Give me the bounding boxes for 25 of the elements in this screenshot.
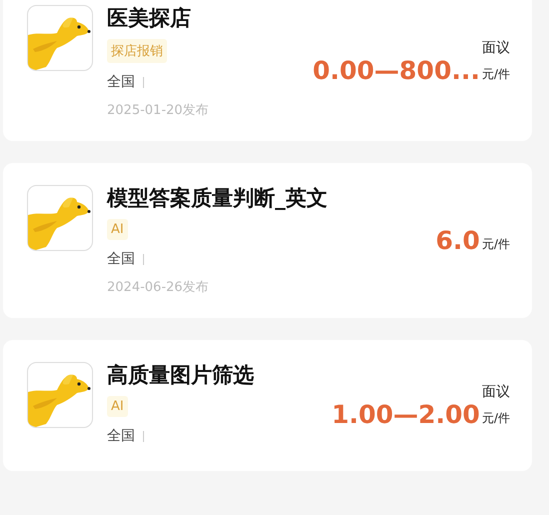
publish-date: 2025-01-20发布 (107, 102, 209, 119)
task-card[interactable]: 医美探店 探店报销 全国 2025-01-20发布 0.00—800... 面议 元/件 (3, 0, 532, 141)
negotiable-label: 面议 (482, 39, 510, 57)
task-title: 高质量图片筛选 (107, 362, 254, 389)
kangaroo-logo (27, 185, 93, 251)
region-label: 全国 (107, 73, 135, 91)
task-tag: 探店报销 (107, 39, 167, 63)
task-card[interactable]: 高质量图片筛选 AI 全国 1.00—2.00 面议 元/件 (3, 340, 532, 471)
task-title: 模型答案质量判断_英文 (107, 185, 328, 212)
region-label: 全国 (107, 427, 135, 445)
task-tag: AI (107, 396, 128, 417)
task-tag: AI (107, 219, 128, 240)
publish-date: 2024-06-26发布 (107, 279, 209, 296)
negotiable-label: 面议 (482, 382, 510, 400)
price-unit: 元/件 (482, 66, 510, 83)
price-unit: 元/件 (482, 236, 510, 252)
task-card[interactable]: 模型答案质量判断_英文 AI 全国 2024-06-26发布 6.0 元/件 (3, 163, 532, 318)
region-label: 全国 (107, 250, 135, 268)
price-unit: 元/件 (482, 410, 510, 426)
price: 1.00—2.00 (332, 400, 480, 428)
kangaroo-logo (27, 362, 93, 428)
task-title: 医美探店 (107, 5, 191, 32)
price: 6.0 (436, 226, 480, 254)
price: 0.00—800... (312, 57, 480, 85)
kangaroo-logo (27, 5, 93, 71)
